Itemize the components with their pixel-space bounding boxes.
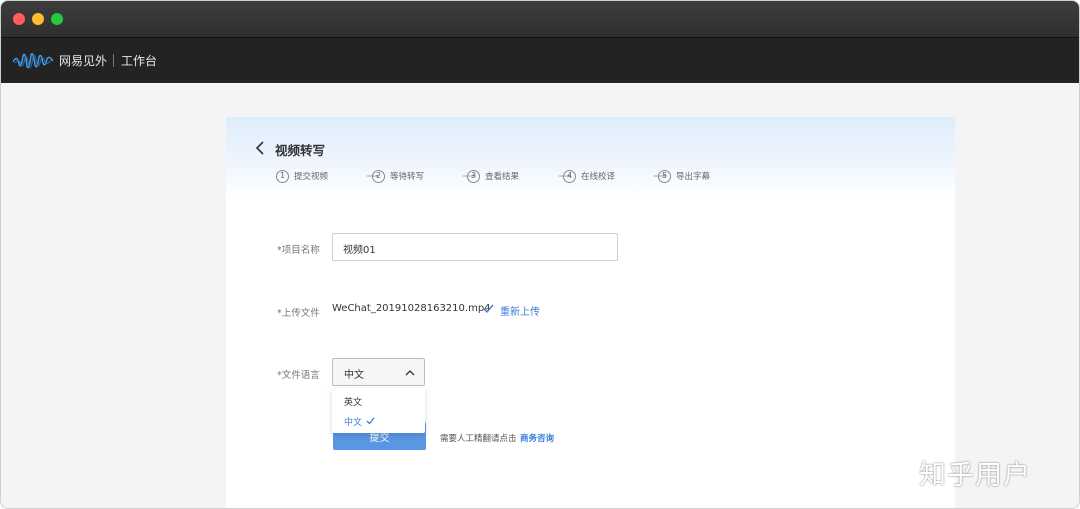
minimize-window-button[interactable]: [32, 13, 44, 25]
step-number: 5: [658, 169, 671, 183]
step-label: 等待转写: [390, 172, 425, 182]
project-name-input[interactable]: 视频01: [332, 233, 618, 261]
language-dropdown-menu: 英文 中文: [332, 388, 425, 433]
business-consult-link[interactable]: 商务咨询: [520, 432, 554, 444]
step-label: 提交视频: [294, 172, 329, 182]
step-number: 4: [563, 169, 576, 183]
language-option-english[interactable]: 英文: [344, 395, 362, 408]
watermark: 知乎用户: [919, 460, 1031, 491]
uploaded-filename: WeChat_20191028163210.mp4: [332, 303, 491, 314]
reupload-link[interactable]: 重新上传: [500, 303, 540, 318]
workspace-link[interactable]: 工作台: [121, 52, 157, 69]
step-label: 在线校译: [581, 172, 616, 182]
step-number: 2: [372, 169, 385, 183]
upload-check-icon: [483, 304, 494, 314]
brand-name[interactable]: 网易见外: [59, 52, 107, 69]
project-name-label: *项目名称: [277, 245, 320, 256]
step-number: 1: [276, 169, 289, 183]
language-selected-value: 中文: [344, 370, 364, 381]
header-divider: [113, 54, 114, 67]
step-number: 3: [467, 169, 480, 183]
chevron-up-icon: [405, 370, 415, 376]
file-language-label: *文件语言: [277, 370, 320, 381]
step-4: 4 在线校译: [563, 169, 615, 183]
step-1: 1 提交视频: [276, 169, 328, 183]
app-header: 网易见外 工作台: [1, 37, 1079, 83]
step-5: 5 导出字幕: [658, 169, 710, 183]
window-titlebar: [1, 1, 1079, 37]
manual-translation-hint: 需要人工精翻请点击: [440, 434, 517, 444]
project-name-value: 视频01: [343, 245, 376, 256]
step-label: 查看结果: [485, 172, 520, 182]
step-label: 导出字幕: [676, 172, 711, 182]
step-2: 2 等待转写: [372, 169, 424, 183]
language-option-chinese[interactable]: 中文: [344, 415, 362, 428]
selected-check-icon: [366, 417, 375, 425]
panel-header: 视频转写 1 提交视频 2 等待转写 3 查看结果 4 在线校译 5 导出字幕: [226, 117, 955, 197]
close-window-button[interactable]: [13, 13, 25, 25]
step-3: 3 查看结果: [467, 169, 519, 183]
maximize-window-button[interactable]: [51, 13, 63, 25]
app-window: 网易见外 工作台 视频转写 1 提交视频 2 等待转写 3 查看结果 4 在线校…: [0, 0, 1080, 509]
back-arrow-icon[interactable]: [255, 141, 267, 155]
language-select[interactable]: 中文: [332, 358, 425, 386]
brand-logo-icon[interactable]: [13, 50, 53, 72]
page-title: 视频转写: [275, 143, 326, 158]
upload-file-label: *上传文件: [277, 308, 320, 319]
